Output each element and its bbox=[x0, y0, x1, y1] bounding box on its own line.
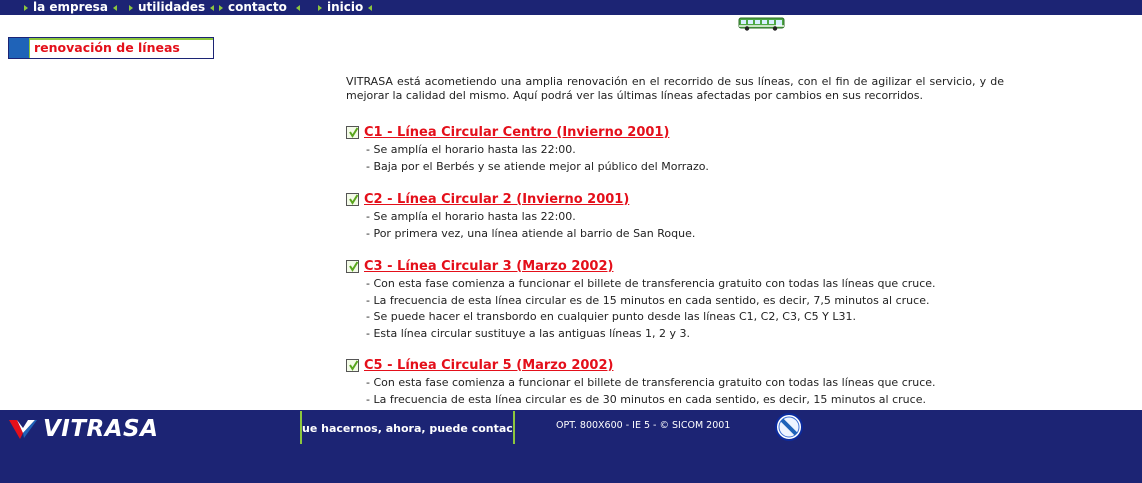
nav-item-label: inicio bbox=[327, 0, 364, 14]
nav-item-label: contacto bbox=[228, 0, 287, 14]
line-title-link[interactable]: C5 - Línea Circular 5 (Marzo 2002) bbox=[364, 358, 613, 373]
line-note: - Por primera vez, una línea atiende al … bbox=[366, 226, 696, 240]
check-icon bbox=[346, 125, 359, 139]
top-nav: la empresa utilidades contacto inicio bbox=[0, 0, 1142, 15]
line-note: - Esta línea circular sustituye a las an… bbox=[366, 326, 690, 340]
line-header: C1 - Línea Circular Centro (Invierno 200… bbox=[346, 124, 1004, 140]
no-entry-sign-icon[interactable] bbox=[774, 412, 804, 442]
line-note: - Con esta fase comienza a funcionar el … bbox=[366, 277, 936, 290]
arrow-left-icon bbox=[210, 4, 215, 11]
line-note: - Se amplía el horario hasta las 22:00. bbox=[366, 143, 576, 156]
arrow-left-icon bbox=[295, 4, 300, 11]
section-title: renovación de líneas bbox=[34, 40, 180, 55]
arrow-left-icon bbox=[368, 4, 373, 11]
ticker-text: ue hacernos, ahora, puede contactar co bbox=[302, 422, 513, 435]
line-notes: - Se amplía el horario hasta las 22:00. … bbox=[366, 142, 1004, 175]
line-note: - La frecuencia de esta línea circular e… bbox=[366, 293, 930, 307]
line-note: - Se puede hacer el transbordo en cualqu… bbox=[366, 310, 856, 323]
line-header: C3 - Línea Circular 3 (Marzo 2002) bbox=[346, 258, 1004, 274]
nav-item-contacto[interactable]: contacto bbox=[219, 0, 300, 15]
section-tag: renovación de líneas bbox=[8, 37, 214, 59]
line-notes: - Se amplía el horario hasta las 22:00. … bbox=[366, 209, 1004, 242]
line-title-link[interactable]: C1 - Línea Circular Centro (Invierno 200… bbox=[364, 125, 669, 140]
line-item-c5: C5 - Línea Circular 5 (Marzo 2002) - Con… bbox=[346, 357, 1004, 408]
vitrasa-logo[interactable]: VITRASA bbox=[8, 413, 168, 445]
nav-item-inicio[interactable]: inicio bbox=[318, 0, 373, 15]
line-title-link[interactable]: C3 - Línea Circular 3 (Marzo 2002) bbox=[364, 259, 613, 274]
vitrasa-v-logo-icon bbox=[9, 420, 37, 439]
line-item-c1: C1 - Línea Circular Centro (Invierno 200… bbox=[346, 124, 1004, 175]
nav-item-label: utilidades bbox=[138, 0, 206, 14]
bus-icon bbox=[738, 17, 785, 31]
arrow-left-icon bbox=[112, 4, 117, 11]
line-note: - Con esta fase comienza a funcionar el … bbox=[366, 376, 936, 389]
footer: VITRASA ue hacernos, ahora, puede contac… bbox=[0, 410, 1142, 483]
intro-text: VITRASA está acometiendo una amplia reno… bbox=[346, 75, 1004, 102]
main-content: VITRASA está acometiendo una amplia reno… bbox=[346, 75, 1004, 103]
news-ticker: ue hacernos, ahora, puede contactar co bbox=[300, 411, 515, 444]
line-item-c2: C2 - Línea Circular 2 (Invierno 2001) - … bbox=[346, 191, 1004, 242]
check-icon bbox=[346, 192, 359, 206]
section-tag-marker bbox=[9, 38, 29, 58]
logo-text: VITRASA bbox=[43, 416, 159, 442]
line-header: C5 - Línea Circular 5 (Marzo 2002) bbox=[346, 357, 1004, 373]
nav-item-utilidades[interactable]: utilidades bbox=[129, 0, 215, 15]
footer-info: OPT. 800X600 - IE 5 - © SICOM 2001 bbox=[556, 420, 731, 431]
nav-item-label: la empresa bbox=[33, 0, 108, 14]
line-item-c3: C3 - Línea Circular 3 (Marzo 2002) - Con… bbox=[346, 258, 1004, 342]
check-icon bbox=[346, 259, 359, 273]
check-icon bbox=[346, 358, 359, 372]
arrow-right-icon bbox=[24, 4, 28, 11]
line-note: - Se amplía el horario hasta las 22:00. bbox=[366, 210, 576, 223]
line-note: - Baja por el Berbés y se atiende mejor … bbox=[366, 159, 709, 173]
nav-item-la-empresa[interactable]: la empresa bbox=[24, 0, 117, 15]
line-notes: - Con esta fase comienza a funcionar el … bbox=[366, 375, 1004, 408]
arrow-right-icon bbox=[129, 4, 133, 11]
line-note: - La frecuencia de esta línea circular e… bbox=[366, 392, 926, 406]
arrow-right-icon bbox=[219, 4, 223, 11]
line-title-link[interactable]: C2 - Línea Circular 2 (Invierno 2001) bbox=[364, 192, 629, 207]
line-header: C2 - Línea Circular 2 (Invierno 2001) bbox=[346, 191, 1004, 207]
line-notes: - Con esta fase comienza a funcionar el … bbox=[366, 276, 1004, 342]
arrow-right-icon bbox=[318, 4, 322, 11]
